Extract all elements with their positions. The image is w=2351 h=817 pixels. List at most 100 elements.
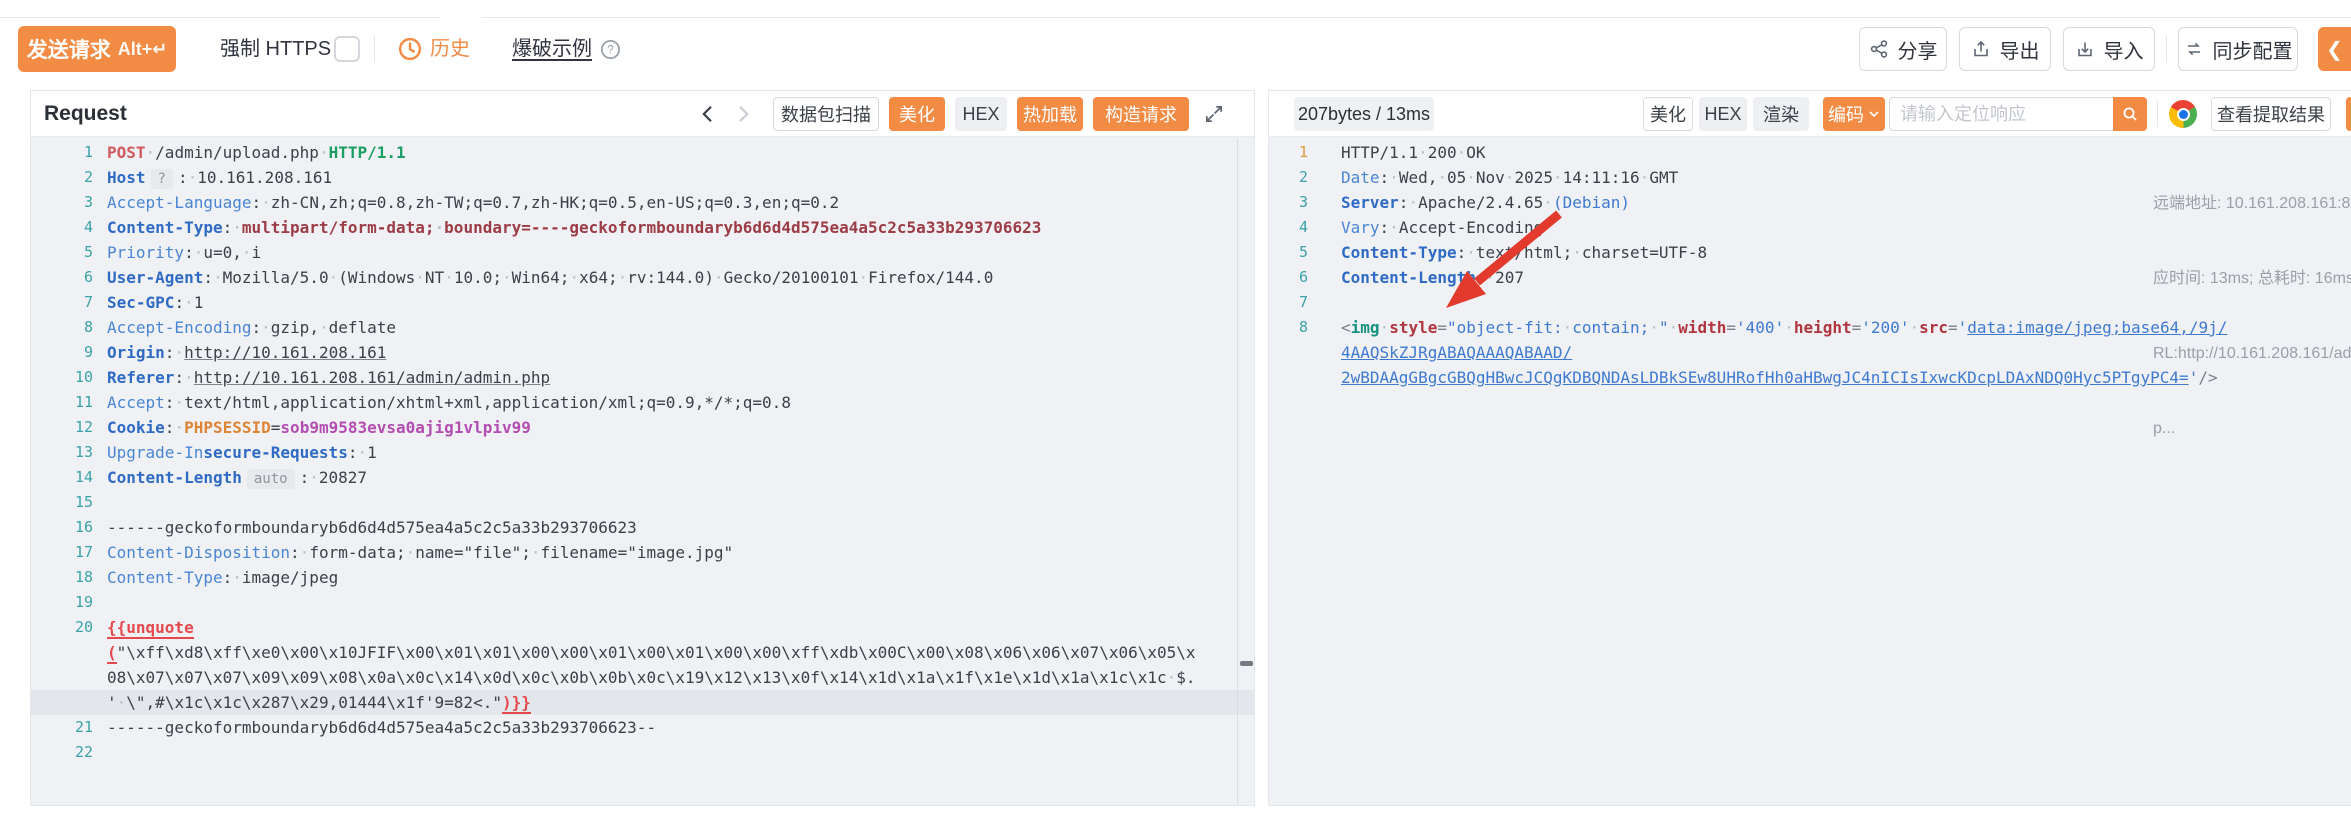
line-number: 19 xyxy=(31,590,93,615)
line-number: 20 xyxy=(31,615,93,640)
line-number: 3 xyxy=(1269,190,1308,215)
code-line: 11Accept:·text/html,application/xhtml+xm… xyxy=(31,390,1254,415)
line-number: 16 xyxy=(31,515,93,540)
sync-config-button[interactable]: 同步配置 xyxy=(2178,27,2298,71)
request-beautify-button[interactable]: 美化 xyxy=(889,97,945,131)
export-icon xyxy=(1971,39,1991,59)
line-number: 5 xyxy=(1269,240,1308,265)
request-editor-scroll-thumb[interactable] xyxy=(1240,661,1253,666)
code-line: 7Sec-GPC:·1 xyxy=(31,290,1254,315)
code-line: 16------geckoformboundaryb6d6d4d575ea4a5… xyxy=(31,515,1254,540)
import-icon xyxy=(2075,39,2095,59)
share-button[interactable]: 分享 xyxy=(1859,27,1947,71)
meta-line-remote-addr: 远端地址: 10.161.208.161:80; 响 xyxy=(2153,191,2351,216)
code-line: 10Referer:·http://10.161.208.161/admin/a… xyxy=(31,365,1254,390)
share-nodes-icon xyxy=(1869,39,1889,59)
request-panel: Request 数据包扫描 美化 HEX 热加载 构造请求 1POST·/adm… xyxy=(30,90,1255,806)
construct-request-button[interactable]: 构造请求 xyxy=(1093,97,1189,131)
blast-example-link[interactable]: 爆破示例 xyxy=(512,26,592,72)
code-line: 08\x07\x07\x07\x09\x09\x08\x0a\x0c\x14\x… xyxy=(31,665,1254,690)
line-number: 17 xyxy=(31,540,93,565)
svg-text:?: ? xyxy=(607,44,614,57)
code-line: 6User-Agent:·Mozilla/5.0·(Windows·NT·10.… xyxy=(31,265,1254,290)
clipped-orange-button[interactable] xyxy=(2346,97,2351,131)
line-number: 21 xyxy=(31,715,93,740)
line-number: 14 xyxy=(31,465,93,490)
line-number xyxy=(1269,365,1308,390)
line-number xyxy=(31,640,93,665)
line-number: 6 xyxy=(1269,265,1308,290)
import-label: 导入 xyxy=(2104,35,2144,64)
send-shortcut-label: Alt+↵ xyxy=(118,39,168,60)
code-line: 3Accept-Language:·zh-CN,zh;q=0.8,zh-TW;q… xyxy=(31,190,1254,215)
line-number: 4 xyxy=(1269,215,1308,240)
locate-response-input[interactable] xyxy=(1889,97,2113,131)
view-extract-results-button[interactable]: 查看提取结果 xyxy=(2211,97,2331,131)
import-button[interactable]: 导入 xyxy=(2063,27,2155,71)
packet-scan-button[interactable]: 数据包扫描 xyxy=(773,97,879,131)
code-line: 9Origin:·http://10.161.208.161 xyxy=(31,340,1254,365)
web-fuzzer-screen: 发送请求 Alt+↵ 强制 HTTPS 历史 爆破示例 ? 分享 导出 xyxy=(0,0,2351,817)
search-icon xyxy=(2121,105,2139,123)
toolbar-divider xyxy=(374,36,375,62)
share-label: 分享 xyxy=(1898,35,1938,64)
request-editor[interactable]: 1POST·/admin/upload.php·HTTP/1.12Host?:·… xyxy=(31,138,1254,805)
code-line: 5Priority:·u=0,·i xyxy=(31,240,1254,265)
code-line: 18Content-Type:·image/jpeg xyxy=(31,565,1254,590)
export-label: 导出 xyxy=(2000,35,2040,64)
line-number: 8 xyxy=(31,315,93,340)
line-number: 1 xyxy=(1269,140,1308,165)
chevron-down-icon xyxy=(1868,108,1880,120)
line-number: 5 xyxy=(31,240,93,265)
search-button[interactable] xyxy=(2113,97,2147,131)
header-divider xyxy=(2157,101,2158,127)
toolbar-divider-2 xyxy=(2166,36,2167,62)
response-render-button[interactable]: 渲染 xyxy=(1753,97,1809,131)
sync-icon xyxy=(2184,39,2204,59)
line-number: 18 xyxy=(31,565,93,590)
line-number: 2 xyxy=(1269,165,1308,190)
code-line: 17Content-Disposition:·form-data;·name="… xyxy=(31,540,1254,565)
export-button[interactable]: 导出 xyxy=(1959,27,2051,71)
response-beautify-button[interactable]: 美化 xyxy=(1643,97,1693,131)
code-line: '·\",#\x1c\x1c\x287\x29,01444\x1f'9=82<.… xyxy=(31,690,1254,715)
chrome-icon-center xyxy=(2179,110,2188,119)
response-hex-button[interactable]: HEX xyxy=(1699,97,1747,131)
hot-reload-button[interactable]: 热加载 xyxy=(1017,97,1083,131)
collapse-panel-toggle[interactable]: ❮ xyxy=(2318,27,2351,71)
chrome-icon-ring xyxy=(2177,108,2190,121)
history-clock-icon xyxy=(398,37,422,61)
code-line: 14Content-Lengthauto:·20827 xyxy=(31,465,1254,490)
send-request-button[interactable]: 发送请求 Alt+↵ xyxy=(18,26,176,72)
request-panel-header: Request 数据包扫描 美化 HEX 热加载 构造请求 xyxy=(31,91,1254,137)
line-number: 7 xyxy=(1269,290,1308,315)
line-number: 10 xyxy=(31,365,93,390)
line-number: 8 xyxy=(1269,315,1308,340)
line-number: 13 xyxy=(31,440,93,465)
response-panel-header: 207bytes / 13ms 美化 HEX 渲染 编码 xyxy=(1269,91,2351,137)
code-line: 8Accept-Encoding:·gzip,·deflate xyxy=(31,315,1254,340)
history-link[interactable]: 历史 xyxy=(430,26,470,72)
active-tab-notch xyxy=(440,15,482,19)
code-line: 4Content-Type:·multipart/form-data;·boun… xyxy=(31,215,1254,240)
open-in-browser-chrome-icon[interactable] xyxy=(2169,100,2197,128)
history-next-icon[interactable] xyxy=(731,102,755,126)
encode-label: 编码 xyxy=(1828,101,1864,127)
force-https-label: 强制 HTTPS xyxy=(220,26,331,72)
meta-line-url: RL:http://10.161.208.161/admin xyxy=(2153,341,2351,366)
code-line: 13Upgrade-Insecure-Requests:·1 xyxy=(31,440,1254,465)
line-number: 11 xyxy=(31,390,93,415)
history-prev-icon[interactable] xyxy=(696,102,720,126)
response-stats-badge: 207bytes / 13ms xyxy=(1294,97,1434,131)
expand-fullscreen-icon[interactable] xyxy=(1203,103,1225,125)
code-line: 2Host?:·10.161.208.161 xyxy=(31,165,1254,190)
request-panel-title: Request xyxy=(44,91,127,137)
request-hex-button[interactable]: HEX xyxy=(955,97,1007,131)
code-line: ("\xff\xd8\xff\xe0\x00\x10JFIF\x00\x01\x… xyxy=(31,640,1254,665)
line-number: 3 xyxy=(31,190,93,215)
line-number xyxy=(1269,340,1308,365)
encode-dropdown-button[interactable]: 编码 xyxy=(1823,97,1885,131)
line-number: 9 xyxy=(31,340,93,365)
force-https-checkbox[interactable] xyxy=(334,36,360,62)
code-line: 22 xyxy=(31,740,1254,765)
